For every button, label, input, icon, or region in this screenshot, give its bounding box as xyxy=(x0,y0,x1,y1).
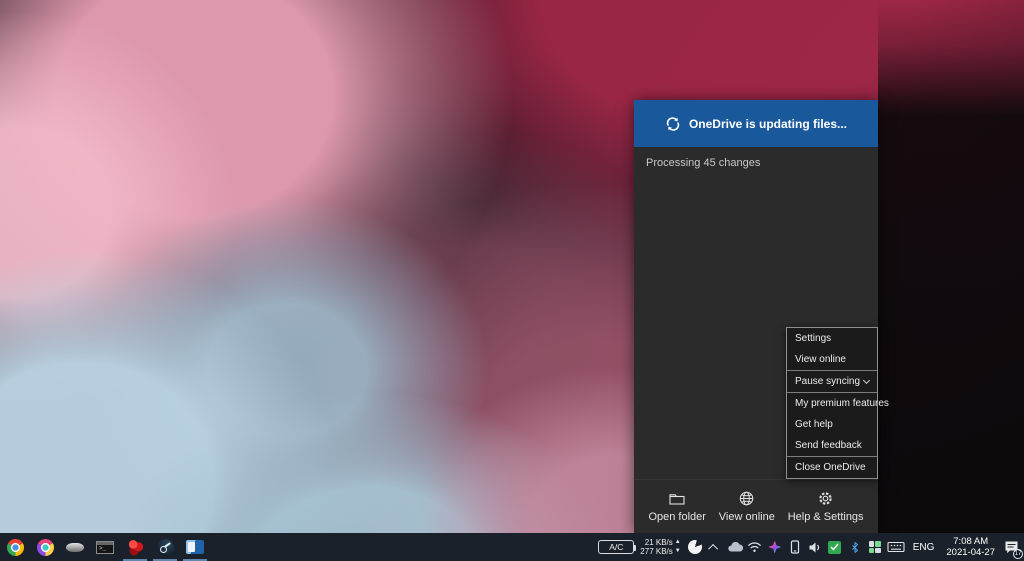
help-settings-button[interactable]: Help & Settings xyxy=(788,490,864,523)
pie-chart-icon xyxy=(688,540,702,554)
taskbar-app-terminal[interactable] xyxy=(90,533,120,561)
system-tray: A/C 21 KB/s ▲ 277 KB/s ▼ xyxy=(598,533,1024,561)
chevron-down-icon xyxy=(863,376,870,383)
language-label: ENG xyxy=(913,542,935,553)
taskbar-app-photos[interactable] xyxy=(180,533,210,561)
tray-sparkle-app[interactable] xyxy=(767,533,783,561)
menu-item-label: Get help xyxy=(795,414,877,435)
taskbar-app-chrome-profile[interactable] xyxy=(30,533,60,561)
tray-volume[interactable] xyxy=(807,533,823,561)
show-hidden-icons-button[interactable] xyxy=(707,533,723,561)
open-folder-button[interactable]: Open folder xyxy=(648,491,705,523)
date-label: 2021-04-27 xyxy=(946,547,995,558)
download-speed: 277 KB/s xyxy=(640,547,672,556)
wallpaper-dark-shade xyxy=(878,0,1024,533)
battery-label: A/C xyxy=(609,542,623,552)
gear-icon xyxy=(817,490,834,507)
taskbar-app-steam[interactable] xyxy=(150,533,180,561)
menu-item-my-premium-features[interactable]: My premium features xyxy=(787,393,877,414)
bluetooth-icon xyxy=(849,540,861,555)
chrome-icon xyxy=(7,539,24,556)
tray-onedrive[interactable] xyxy=(727,533,743,561)
notification-badge: 17 xyxy=(1013,549,1023,559)
menu-item-label: Settings xyxy=(795,328,877,349)
view-online-button[interactable]: View online xyxy=(719,490,775,523)
help-settings-label: Help & Settings xyxy=(788,511,864,523)
steam-icon xyxy=(157,539,174,556)
menu-item-send-feedback[interactable]: Send feedback xyxy=(787,435,877,456)
time-label: 7:08 AM xyxy=(953,536,988,547)
speaker-icon xyxy=(808,541,822,554)
external-drive-icon xyxy=(66,543,84,552)
tray-antivirus[interactable] xyxy=(827,533,843,561)
menu-item-label: View online xyxy=(795,349,877,370)
menu-item-settings[interactable]: Settings xyxy=(787,328,877,349)
globe-icon xyxy=(738,490,755,507)
clock[interactable]: 7:08 AM 2021-04-27 xyxy=(942,533,999,561)
battery-icon: A/C xyxy=(598,540,634,554)
tray-bluetooth[interactable] xyxy=(847,533,863,561)
menu-item-close-onedrive[interactable]: Close OneDrive xyxy=(787,457,877,478)
tray-puzzle-app[interactable] xyxy=(867,533,883,561)
onedrive-flyout-footer: Open folder View online xyxy=(634,479,878,533)
desktop: OneDrive is updating files... Processing… xyxy=(0,0,1024,561)
onedrive-flyout-header: OneDrive is updating files... xyxy=(634,100,878,147)
terminal-icon xyxy=(96,541,114,554)
sparkle-icon xyxy=(768,541,781,554)
taskbar: A/C 21 KB/s ▲ 277 KB/s ▼ xyxy=(0,533,1024,561)
photos-app-icon xyxy=(186,540,204,554)
taskbar-app-external-drive[interactable] xyxy=(60,533,90,561)
onedrive-context-menu: Settings View online Pause syncing My pr… xyxy=(786,327,878,479)
menu-item-label: Pause syncing xyxy=(795,371,864,392)
red-app-icon xyxy=(127,539,144,556)
sync-status-text: Processing 45 changes xyxy=(646,157,866,169)
action-center-button[interactable]: 17 xyxy=(1003,533,1020,561)
antivirus-shield-icon xyxy=(828,541,841,554)
menu-item-label: My premium features xyxy=(795,393,889,414)
taskbar-pinned-apps xyxy=(0,533,210,561)
wifi-icon xyxy=(747,541,762,553)
phone-icon xyxy=(790,540,800,554)
menu-item-get-help[interactable]: Get help xyxy=(787,414,877,435)
tray-network[interactable] xyxy=(747,533,763,561)
network-speed-indicator[interactable]: 21 KB/s ▲ 277 KB/s ▼ xyxy=(640,533,680,561)
chrome-profile-icon xyxy=(37,539,54,556)
flyout-title: OneDrive is updating files... xyxy=(689,117,847,131)
menu-item-view-online[interactable]: View online xyxy=(787,349,877,370)
tray-pie-app[interactable] xyxy=(687,533,703,561)
chevron-up-icon xyxy=(708,543,718,553)
onedrive-cloud-icon xyxy=(727,541,743,553)
sync-icon xyxy=(665,116,681,132)
view-online-label: View online xyxy=(719,511,775,523)
tray-phone-link[interactable] xyxy=(787,533,803,561)
puzzle-icon xyxy=(869,541,881,553)
upload-speed: 21 KB/s xyxy=(645,538,673,547)
taskbar-app-chrome[interactable] xyxy=(0,533,30,561)
download-arrow-icon: ▼ xyxy=(675,547,681,556)
power-status-indicator[interactable]: A/C xyxy=(598,533,636,561)
language-indicator[interactable]: ENG xyxy=(909,533,939,561)
upload-arrow-icon: ▲ xyxy=(675,538,681,547)
taskbar-app-red-app[interactable] xyxy=(120,533,150,561)
menu-item-label: Close OneDrive xyxy=(795,457,877,478)
touch-keyboard-icon xyxy=(887,541,905,553)
menu-item-pause-syncing[interactable]: Pause syncing xyxy=(787,371,877,392)
open-folder-label: Open folder xyxy=(648,511,705,523)
menu-item-label: Send feedback xyxy=(795,435,877,456)
folder-icon xyxy=(668,491,686,507)
touch-keyboard-button[interactable] xyxy=(887,533,905,561)
